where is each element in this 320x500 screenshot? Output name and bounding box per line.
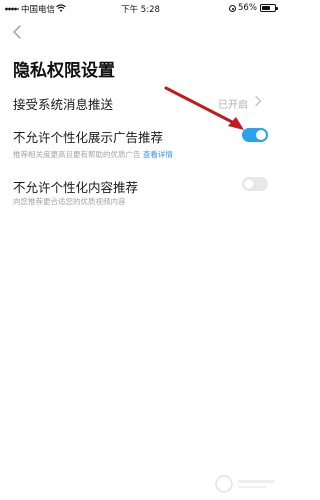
annotation-arrow: [164, 86, 244, 130]
setting-label-ad-personalization: 不允许个性化展示广告推荐: [13, 130, 164, 145]
setting-desc-ad-personalization: 推荐相关度更高且更有帮助的优质广告 查看详情: [13, 150, 173, 159]
page-title: 隐私权限设置: [13, 61, 115, 81]
content-personalization-toggle[interactable]: [242, 177, 268, 191]
toggle-knob: [244, 179, 254, 189]
back-icon[interactable]: [10, 24, 26, 40]
setting-label-content-personalization: 不允许个性化内容推荐: [13, 180, 139, 195]
watermark-logo: [215, 475, 274, 493]
setting-desc-content-personalization: 向您推荐更合适您的优质视频内容: [13, 197, 126, 206]
battery-icon: [260, 4, 278, 12]
setting-label: 接受系统消息推送: [13, 97, 114, 112]
location-icon: [229, 5, 236, 12]
status-bar: 中国电信 下午 5:28 56%: [0, 0, 281, 18]
view-details-link[interactable]: 查看详情: [143, 150, 173, 159]
battery-percent: 56%: [238, 3, 257, 13]
